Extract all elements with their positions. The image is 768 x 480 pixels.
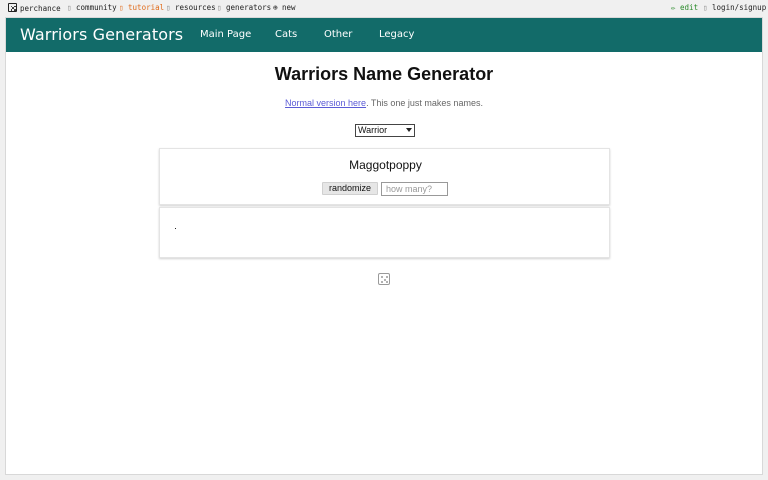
community-icon: ▯ <box>67 3 72 12</box>
community-link[interactable]: ▯ community <box>67 3 117 12</box>
generators-icon: ▯ <box>217 3 222 12</box>
navbar: Warriors Generators Main Page Cats Other… <box>6 18 762 52</box>
normal-version-link[interactable]: Normal version here <box>285 98 366 108</box>
nav-link-other[interactable]: Other <box>324 29 352 40</box>
subtitle-text: . This one just makes names. <box>366 98 483 108</box>
generators-link[interactable]: ▯ generators <box>217 3 271 12</box>
community-label: community <box>76 3 117 12</box>
login-link[interactable]: ▯ login/signup <box>703 3 766 12</box>
nav-link-main-page[interactable]: Main Page <box>200 29 251 40</box>
page-title: Warriors Name Generator <box>274 64 494 84</box>
perchance-home-link[interactable]: perchance <box>8 3 61 13</box>
login-icon: ▯ <box>703 3 708 12</box>
plus-circle-icon: ⊕ <box>273 3 278 12</box>
resources-label: resources <box>175 3 216 12</box>
dice-icon[interactable] <box>378 273 390 285</box>
second-output-card <box>159 207 610 258</box>
perchance-topbar: perchance ▯ community ▯ tutorial ▯ resou… <box>0 0 768 17</box>
randomize-button[interactable]: randomize <box>322 182 378 195</box>
edit-label: edit <box>680 3 699 12</box>
edit-link[interactable]: ✏ edit <box>671 3 698 12</box>
tutorial-link[interactable]: ▯ tutorial <box>119 3 164 12</box>
new-label: new <box>282 3 296 12</box>
generated-name: Maggotpoppy <box>349 158 422 172</box>
generator-frame: Warriors Generators Main Page Cats Other… <box>5 17 763 475</box>
tutorial-icon: ▯ <box>119 3 124 12</box>
how-many-input[interactable]: how many? <box>381 182 448 196</box>
subtitle-line: Normal version here. This one just makes… <box>6 98 762 108</box>
login-label: login/signup <box>712 3 767 12</box>
type-select-value: Warrior <box>358 125 388 135</box>
tutorial-label: tutorial <box>128 3 165 12</box>
resources-icon: ▯ <box>166 3 171 12</box>
new-link[interactable]: ⊕ new <box>273 3 296 12</box>
navbar-brand[interactable]: Warriors Generators <box>20 25 183 44</box>
nav-link-cats[interactable]: Cats <box>275 29 297 40</box>
type-select[interactable]: Warrior <box>355 124 415 137</box>
chevron-down-icon <box>406 128 412 132</box>
second-card-text <box>175 228 176 229</box>
pencil-icon: ✏ <box>671 3 676 12</box>
result-card: Maggotpoppy randomize how many? <box>159 148 610 205</box>
perchance-label: perchance <box>20 4 61 13</box>
generators-label: generators <box>226 3 272 12</box>
resources-link[interactable]: ▯ resources <box>166 3 216 12</box>
dice-icon <box>8 3 17 12</box>
nav-link-legacy[interactable]: Legacy <box>379 29 414 40</box>
